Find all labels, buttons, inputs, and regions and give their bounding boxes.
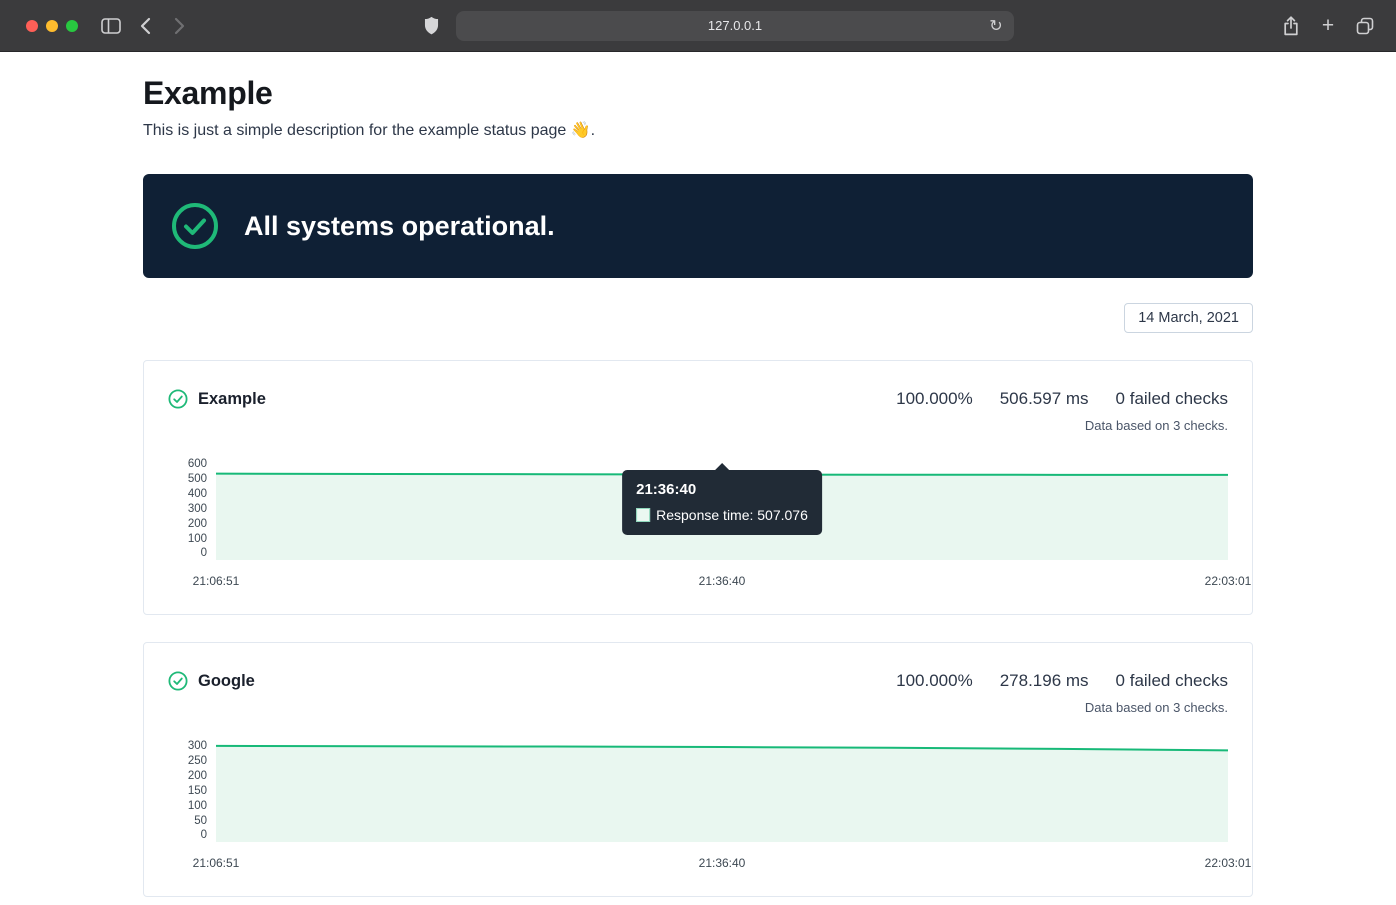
chart-x-axis: 21:06:5121:36:4022:03:01 <box>216 842 1228 874</box>
y-tick-label: 300 <box>188 741 207 753</box>
monitor-name: Example <box>198 390 266 409</box>
monitor-card-example: Example 100.000% 506.597 ms 0 failed che… <box>143 360 1253 615</box>
back-button[interactable] <box>128 11 162 41</box>
failed-checks: 0 failed checks <box>1116 389 1228 409</box>
status-ok-icon <box>168 671 188 691</box>
chart-tooltip: 21:36:40 Response time: 507.076 <box>622 470 822 535</box>
y-tick-label: 200 <box>188 771 207 783</box>
monitor-card-google: Google 100.000% 278.196 ms 0 failed chec… <box>143 642 1253 897</box>
y-tick-label: 100 <box>188 801 207 813</box>
url-text: 127.0.0.1 <box>708 18 762 33</box>
chart-plot-area[interactable] <box>216 741 1228 842</box>
privacy-shield-button[interactable] <box>414 11 448 41</box>
response-time-chart: 600 500 400 300 200 100 0 21:36:40 Response ti… <box>168 459 1228 560</box>
close-window-button[interactable] <box>26 20 38 32</box>
tab-overview-button[interactable] <box>1348 11 1382 41</box>
shield-icon <box>423 16 440 35</box>
failed-checks: 0 failed checks <box>1116 671 1228 691</box>
y-tick-label: 100 <box>188 534 207 546</box>
address-bar[interactable]: 127.0.0.1 ↻ <box>456 11 1014 41</box>
x-tick-label: 22:03:01 <box>1205 574 1252 588</box>
date-picker-button[interactable]: 14 March, 2021 <box>1124 303 1253 333</box>
status-banner: All systems operational. <box>143 174 1253 278</box>
x-tick-label: 22:03:01 <box>1205 856 1252 870</box>
y-tick-label: 150 <box>188 786 207 798</box>
y-tick-label: 250 <box>188 756 207 768</box>
tooltip-series-swatch <box>636 508 650 522</box>
share-button[interactable] <box>1274 11 1308 41</box>
checks-note: Data based on 3 checks. <box>1085 700 1228 715</box>
uptime-percentage: 100.000% <box>896 389 973 409</box>
toolbar-right: + <box>1274 11 1382 41</box>
minimize-window-button[interactable] <box>46 20 58 32</box>
chevron-right-icon <box>174 17 185 35</box>
chart-plot-area[interactable]: 21:36:40 Response time: 507.076 <box>216 459 1228 560</box>
avg-response-time: 506.597 ms <box>1000 389 1089 409</box>
zoom-window-button[interactable] <box>66 20 78 32</box>
y-tick-label: 600 <box>188 459 207 471</box>
forward-button[interactable] <box>162 11 196 41</box>
tooltip-time: 21:36:40 <box>636 481 808 498</box>
check-circle-icon <box>171 202 219 250</box>
y-tick-label: 0 <box>201 548 207 560</box>
avg-response-time: 278.196 ms <box>1000 671 1089 691</box>
chart-x-axis: 21:06:5121:36:4022:03:01 <box>216 560 1228 592</box>
y-tick-label: 300 <box>188 504 207 516</box>
reload-icon: ↻ <box>989 18 1002 35</box>
sidebar-icon <box>101 18 121 34</box>
y-tick-label: 500 <box>188 474 207 486</box>
x-tick-label: 21:06:51 <box>193 574 240 588</box>
y-tick-label: 0 <box>201 830 207 842</box>
share-icon <box>1283 16 1299 36</box>
status-banner-text: All systems operational. <box>244 211 555 242</box>
x-tick-label: 21:06:51 <box>193 856 240 870</box>
tabs-icon <box>1356 17 1374 35</box>
reload-button[interactable]: ↻ <box>982 11 1010 41</box>
y-tick-label: 50 <box>194 816 207 828</box>
chevron-left-icon <box>140 17 151 35</box>
uptime-percentage: 100.000% <box>896 671 973 691</box>
chart-y-axis: 600 500 400 300 200 100 0 <box>168 459 216 560</box>
toolbar-center: 127.0.0.1 ↻ <box>196 11 1274 41</box>
date-row: 14 March, 2021 <box>143 303 1253 333</box>
page-content: Example This is just a simple descriptio… <box>0 52 1396 905</box>
chart-canvas <box>216 741 1228 842</box>
window-controls <box>26 20 78 32</box>
sidebar-toggle-button[interactable] <box>94 11 128 41</box>
monitor-name: Google <box>198 672 255 691</box>
x-tick-label: 21:36:40 <box>699 574 746 588</box>
new-tab-button[interactable]: + <box>1311 11 1345 41</box>
browser-window: 127.0.0.1 ↻ + <box>0 0 1396 905</box>
plus-icon: + <box>1322 15 1334 36</box>
browser-toolbar: 127.0.0.1 ↻ + <box>0 0 1396 52</box>
x-tick-label: 21:36:40 <box>699 856 746 870</box>
tooltip-value: Response time: 507.076 <box>656 507 808 523</box>
chart-y-axis: 300 250 200 150 100 50 0 <box>168 741 216 842</box>
response-time-chart: 300 250 200 150 100 50 0 <box>168 741 1228 842</box>
checks-note: Data based on 3 checks. <box>1085 418 1228 433</box>
status-ok-icon <box>168 389 188 409</box>
y-tick-label: 400 <box>188 489 207 501</box>
page-title: Example <box>143 75 1253 112</box>
y-tick-label: 200 <box>188 519 207 531</box>
page-description: This is just a simple description for th… <box>143 120 1253 140</box>
